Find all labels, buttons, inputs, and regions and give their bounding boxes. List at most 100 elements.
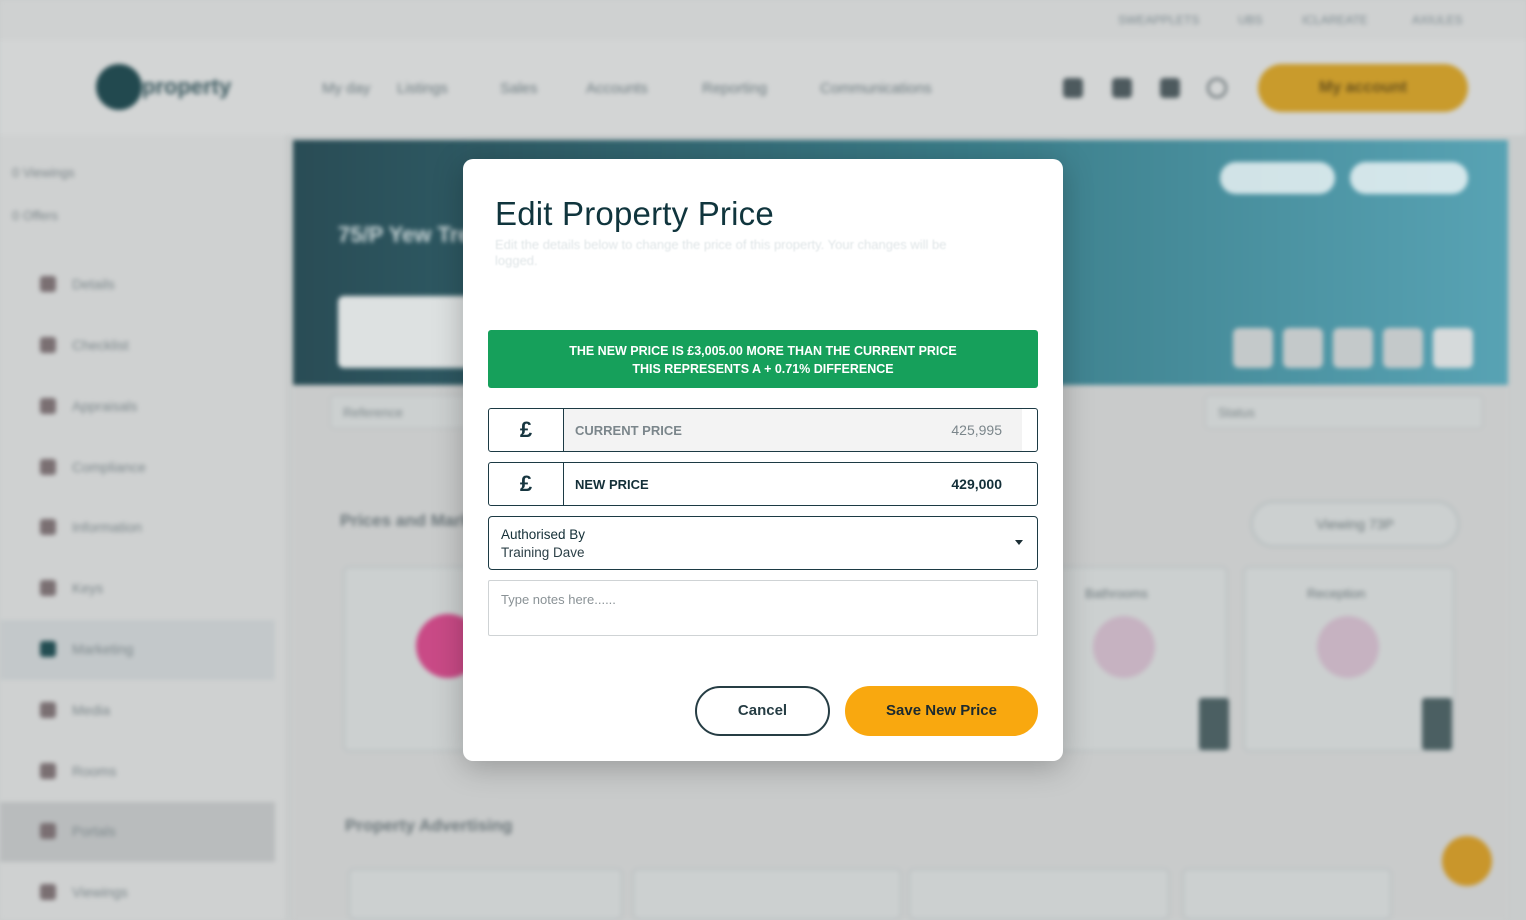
bath-icon — [1093, 616, 1155, 678]
sidebar-item-appraisals[interactable]: Appraisals — [0, 377, 275, 437]
top-link[interactable]: UBS — [1238, 13, 1263, 27]
sidebar-item-label: Media — [72, 702, 111, 718]
property-title: 75/P Yew Tree — [338, 222, 483, 247]
sidebar-item-media[interactable]: Media — [0, 681, 275, 741]
validation-button[interactable] — [1350, 162, 1468, 194]
information-icon — [40, 519, 56, 535]
floorplan-icon[interactable] — [1283, 328, 1323, 368]
price-difference-alert: THE NEW PRICE IS £3,005.00 MORE THAN THE… — [488, 330, 1038, 388]
top-strip: SWEAPPLETS UBS ICLAREATE AXIULES — [0, 0, 1526, 40]
nav-item[interactable]: Accounts — [586, 80, 648, 97]
pound-sign-icon: £ — [489, 463, 564, 505]
modal-subtitle: Edit the details below to change the pri… — [495, 237, 947, 268]
nav-item[interactable]: Listings — [397, 80, 448, 97]
sidebar-item-details[interactable]: Details — [0, 255, 275, 315]
top-link[interactable]: SWEAPPLETS — [1118, 13, 1199, 27]
portals-icon — [40, 823, 56, 839]
sidebar-item-checklist[interactable]: Checklist — [0, 316, 275, 376]
current-price-label: CURRENT PRICE — [575, 423, 682, 438]
nav-item[interactable]: My day — [322, 80, 370, 97]
sidebar-item-label: Information — [72, 519, 143, 535]
advertising-card — [1182, 868, 1392, 920]
sidebar-item-viewings[interactable]: Viewings — [0, 863, 275, 920]
alert-line-2: THIS REPRESENTS A + 0.71% DIFFERENCE — [632, 362, 894, 376]
advertising-card — [348, 868, 623, 920]
nav-item[interactable]: Sales — [500, 80, 538, 97]
sidebar-item-label: Marketing — [72, 641, 134, 657]
sidebar-item-label: Appraisals — [72, 398, 138, 414]
compliance-icon — [40, 459, 56, 475]
logo-icon — [96, 64, 142, 110]
camera-icon[interactable] — [1383, 328, 1423, 368]
checklist-icon — [40, 337, 56, 353]
calendar-icon[interactable] — [1112, 78, 1132, 98]
more-icon[interactable] — [1433, 328, 1473, 368]
appraisals-icon — [40, 398, 56, 414]
sidebar-item-label: Checklist — [72, 337, 129, 353]
sidebar-item-label: Portals — [72, 823, 116, 839]
sidebar-item-label: Details — [72, 276, 115, 292]
marketing-icon — [40, 641, 56, 657]
rooms-icon — [40, 763, 56, 779]
advertising-card — [908, 868, 1170, 920]
pound-sign-icon: £ — [489, 409, 564, 451]
help-fab-button[interactable] — [1442, 836, 1492, 886]
alert-line-1: THE NEW PRICE IS £3,005.00 MORE THAN THE… — [569, 344, 957, 358]
sidebar-item-information[interactable]: Information — [0, 498, 275, 558]
grid-icon[interactable] — [1063, 78, 1083, 98]
nav-item[interactable]: Reporting — [702, 80, 767, 97]
modal-title: Edit Property Price — [495, 195, 774, 232]
authorised-by-select[interactable]: Authorised By Training Dave — [488, 516, 1038, 570]
save-new-price-button[interactable]: Save New Price — [845, 686, 1038, 736]
upload-button[interactable] — [1220, 162, 1335, 194]
sofa-icon — [1317, 616, 1379, 678]
offers-count: 0 Offers — [12, 208, 59, 223]
reference-filter[interactable]: Reference — [330, 395, 470, 429]
status-pill[interactable]: Viewing 73P — [1250, 500, 1460, 548]
bell-icon[interactable] — [1160, 78, 1180, 98]
status-filter[interactable]: Status — [1205, 395, 1483, 429]
current-price-field: £ CURRENT PRICE 425,995 — [488, 408, 1038, 452]
document-icon[interactable] — [1233, 328, 1273, 368]
keys-icon — [40, 580, 56, 596]
map-pin-icon[interactable] — [1333, 328, 1373, 368]
sidebar-item-rooms[interactable]: Rooms — [0, 742, 275, 802]
sidebar-item-portals[interactable]: Portals — [0, 802, 275, 862]
viewings-icon — [40, 884, 56, 900]
current-price-value: 425,995 — [951, 422, 1002, 438]
sidebar-item-compliance[interactable]: Compliance — [0, 438, 275, 498]
sidebar-item-label: Compliance — [72, 459, 146, 475]
sidebar-item-label: Keys — [72, 580, 104, 596]
card-label: Reception — [1307, 586, 1366, 601]
authorised-by-label: Authorised By — [501, 527, 586, 542]
advertising-card — [632, 868, 902, 920]
top-link[interactable]: AXIULES — [1412, 13, 1463, 27]
viewings-count: 0 Viewings — [12, 165, 75, 180]
brand-name: property — [142, 74, 232, 99]
sidebar-item-label: Rooms — [72, 763, 117, 779]
top-link[interactable]: ICLAREATE — [1302, 13, 1368, 27]
cancel-button[interactable]: Cancel — [695, 686, 830, 736]
notes-textarea[interactable] — [488, 580, 1038, 636]
sidebar-item-label: Viewings — [72, 884, 128, 900]
card-label: Bathrooms — [1085, 586, 1148, 601]
search-icon[interactable] — [1207, 78, 1227, 98]
edit-price-modal: Edit Property Price Edit the details bel… — [463, 159, 1063, 761]
reception-stepper[interactable] — [1422, 698, 1452, 750]
sidebar-item-keys[interactable]: Keys — [0, 559, 275, 619]
media-icon — [40, 702, 56, 718]
nav-item[interactable]: Communications — [820, 80, 932, 97]
details-icon — [40, 276, 56, 292]
new-price-label: NEW PRICE — [575, 477, 649, 492]
new-price-field[interactable]: £ NEW PRICE 429,000 — [488, 462, 1038, 506]
authorised-by-value: Training Dave — [501, 545, 585, 560]
new-price-value[interactable]: 429,000 — [951, 476, 1002, 492]
bathrooms-stepper[interactable] — [1199, 698, 1229, 750]
sidebar-item-marketing[interactable]: Marketing — [0, 620, 275, 680]
new-price-input[interactable]: NEW PRICE 429,000 — [564, 463, 1022, 505]
current-price-box: CURRENT PRICE 425,995 — [564, 409, 1022, 451]
my-account-button[interactable]: My account — [1258, 64, 1468, 112]
section-title: Property Advertising — [345, 816, 513, 835]
caret-down-icon — [1015, 540, 1023, 545]
sidebar: 0 Viewings 0 Offers Details Checklist Ap… — [0, 135, 285, 920]
